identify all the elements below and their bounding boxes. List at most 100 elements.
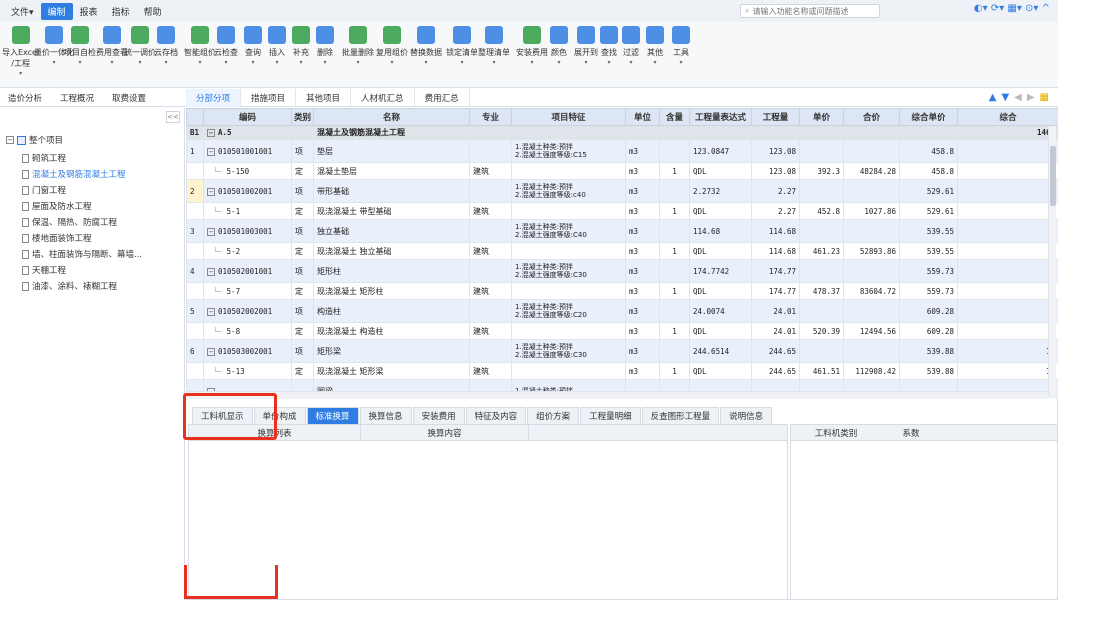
toolbar-button-22[interactable]: 其他 ▾ [646,26,664,66]
table-row[interactable]: 4−010502001001 项矩形柱 1.混凝土种类:预拌 2.混凝土强度等级:C3… [186,259,1058,283]
unit-cell[interactable]: m3 [625,202,660,220]
table-row[interactable]: 6−010503002001 项矩形梁 1.混凝土种类:预拌 2.混凝土强度等级:C3… [186,339,1058,363]
table-cell[interactable] [799,125,844,140]
composite-price-cell[interactable]: 539.55 [899,242,958,260]
tree-item[interactable]: 墙、柱面装饰与隔断、幕墙... [22,248,142,260]
table-row[interactable]: └─ 5-2 定现浇混凝土 独立基础 建筑 m3 1 QDL 114.68 461.23 528… [186,242,1058,260]
name-cell[interactable]: 独立基础 [313,219,470,243]
total-cell[interactable] [843,179,900,203]
menu-edit[interactable]: 编制 [40,2,73,20]
total-cell[interactable] [843,299,900,323]
content-cell[interactable] [659,259,690,283]
quantity-cell[interactable]: 123.08 [751,139,800,163]
expression-cell[interactable]: QDL [689,202,752,220]
expression-cell[interactable]: 2.2732 [689,179,752,203]
column-header[interactable]: 名称 [313,108,470,126]
column-header[interactable]: 工程量表达式 [689,108,752,126]
unit-cell[interactable]: m3 [625,259,660,283]
toolbar-button-18[interactable]: 颜色 ▾ [550,26,568,66]
name-cell[interactable]: 现浇混凝土 独立基础 [313,242,470,260]
category-cell[interactable]: 项 [291,259,314,283]
code-cell[interactable]: −010501002001 [203,179,292,203]
subtab-other[interactable]: 其他项目 [296,89,352,107]
quantity-cell[interactable]: 24.01 [751,299,800,323]
bottom-tab[interactable]: 安装费用 [412,407,465,424]
collapse-icon[interactable]: − [207,129,215,137]
toolbar-button-8[interactable]: 查询 ▾ [244,26,262,66]
column-header[interactable]: 综合单价 [899,108,958,126]
profession-cell[interactable] [469,339,512,363]
column-header[interactable]: 工程量 [751,108,800,126]
row-number[interactable] [186,362,204,380]
total-cell[interactable]: 12494.56 [843,322,900,340]
expression-cell[interactable]: 24.0074 [689,299,752,323]
expression-cell[interactable]: 244.6514 [689,339,752,363]
table-cell[interactable] [899,125,958,140]
composite-price-cell[interactable]: 539.88 [899,362,958,380]
tree-item[interactable]: 天棚工程 [22,264,66,276]
unit-cell[interactable]: m3 [625,179,660,203]
total-cell[interactable]: 1027.86 [843,202,900,220]
category-cell[interactable]: 项 [291,179,314,203]
code-cell[interactable]: −010501001001 [203,139,292,163]
quantity-cell[interactable]: 114.68 [751,242,800,260]
category-cell[interactable]: 项 [291,299,314,323]
expression-cell[interactable]: QDL [689,162,752,180]
toolbar-button-2[interactable]: 项目自检 ▾ [64,26,96,66]
column-header[interactable]: 综合 [957,108,1058,126]
composite-price-cell[interactable]: 529.61 [899,202,958,220]
profession-cell[interactable] [469,139,512,163]
profession-cell[interactable]: 建筑 [469,322,512,340]
row-number[interactable]: 5 [186,299,204,323]
table-cell[interactable] [659,125,690,140]
toolbar-button-7[interactable]: 云检查 ▾ [214,26,238,66]
unit-cell[interactable]: m3 [625,339,660,363]
unit-cell[interactable]: m3 [625,299,660,323]
profession-cell[interactable]: 建筑 [469,162,512,180]
tree-item[interactable]: 混凝土及钢筋混凝土工程 [22,168,126,180]
content-cell[interactable]: 1 [659,362,690,380]
feature-cell[interactable] [511,202,626,220]
table-row[interactable]: 5−010502002001 项构造柱 1.混凝土种类:预拌 2.混凝土强度等级:C2… [186,299,1058,323]
content-cell[interactable] [659,299,690,323]
row-number[interactable]: 4 [186,259,204,283]
row-number[interactable] [186,282,204,300]
profession-cell[interactable] [469,219,512,243]
total-cell[interactable]: 52893.86 [843,242,900,260]
collapse-icon[interactable]: − [6,136,14,144]
subtab-materials-summary[interactable]: 人材机汇总 [351,89,415,107]
left-arrow-icon[interactable]: ◀ [1014,92,1022,103]
profession-cell[interactable]: 建筑 [469,282,512,300]
unit-cell[interactable]: m3 [625,362,660,380]
name-cell[interactable]: 垫层 [313,139,470,163]
horizontal-scrollbar[interactable] [186,391,1048,399]
code-cell[interactable]: └─ 5-7 [203,282,292,300]
total-cell[interactable] [843,259,900,283]
content-cell[interactable]: 1 [659,202,690,220]
content-cell[interactable]: 1 [659,242,690,260]
composite-price-cell[interactable]: 458.8 [899,139,958,163]
menu-file[interactable]: 文件▾ [4,3,41,20]
table-cell[interactable] [751,125,800,140]
composite-total-cell[interactable] [957,202,1058,220]
price-cell[interactable]: 520.39 [799,322,844,340]
bottom-tab[interactable]: 特征及内容 [465,407,527,424]
move-up-icon[interactable]: ▲ [989,92,997,103]
unit-cell[interactable]: m3 [625,139,660,163]
profession-cell[interactable] [469,299,512,323]
column-header[interactable] [186,108,204,126]
code-cell[interactable]: −010502001001 [203,259,292,283]
tree-item[interactable]: 保温、隔热、防腐工程 [22,216,117,228]
column-header[interactable]: 项目特征 [511,108,626,126]
tree-item[interactable]: 门窗工程 [22,184,66,196]
composite-price-cell[interactable]: 529.61 [899,179,958,203]
quantity-cell[interactable]: 114.68 [751,219,800,243]
category-cell[interactable]: 定 [291,362,314,380]
profession-cell[interactable]: 建筑 [469,242,512,260]
collapse-icon[interactable]: − [207,347,215,356]
group-extra[interactable]: 1461 [957,125,1058,140]
category-cell[interactable]: 定 [291,162,314,180]
unit-cell[interactable]: m3 [625,162,660,180]
group-name[interactable]: 混凝土及钢筋混凝土工程 [313,125,470,140]
row-number[interactable] [186,202,204,220]
